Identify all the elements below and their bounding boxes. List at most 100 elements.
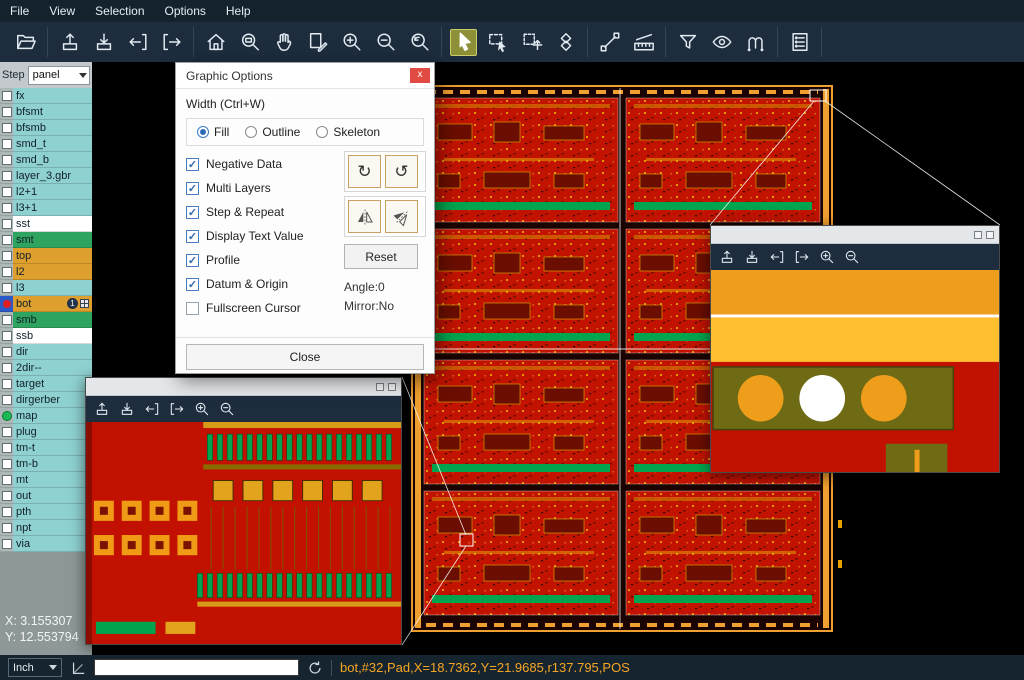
menu-item-help[interactable]: Help — [226, 4, 251, 18]
menu-item-options[interactable]: Options — [165, 4, 206, 18]
import-icon[interactable] — [56, 29, 83, 56]
magnifier-window-1[interactable] — [85, 377, 402, 645]
layer-row-tm-b[interactable]: tm-b — [0, 456, 92, 472]
active-layer-indicator[interactable] — [0, 296, 13, 312]
measure-icon[interactable] — [742, 29, 769, 56]
align-compare-icon[interactable] — [552, 29, 579, 56]
command-input[interactable] — [94, 659, 299, 676]
refresh-icon[interactable] — [307, 660, 323, 676]
layer-row-l3[interactable]: l3 — [0, 280, 92, 296]
layer-checkbox[interactable] — [0, 440, 13, 456]
export-icon[interactable] — [119, 401, 135, 417]
zoom-out-icon[interactable] — [219, 401, 235, 417]
layer-row-plug[interactable]: plug — [0, 424, 92, 440]
layer-row-bfsmb[interactable]: bfsmb — [0, 120, 92, 136]
forward-right-icon[interactable] — [158, 29, 185, 56]
layer-checkbox[interactable] — [0, 168, 13, 184]
layer-row-tm-t[interactable]: tm-t — [0, 440, 92, 456]
mirror-vertical-icon[interactable] — [385, 200, 418, 233]
step-select[interactable]: panel — [28, 66, 90, 85]
radio-skeleton[interactable]: Skeleton — [316, 125, 380, 139]
layer-checkbox[interactable] — [0, 376, 13, 392]
ruler-icon[interactable] — [630, 29, 657, 56]
checkbox-box[interactable]: ✓ — [186, 182, 199, 195]
layer-checkbox[interactable] — [0, 360, 13, 376]
zoom-in-icon[interactable] — [338, 29, 365, 56]
pan-hand-icon[interactable] — [270, 29, 297, 56]
import-icon[interactable] — [719, 249, 735, 265]
checkbox-profile[interactable]: ✓Profile — [186, 248, 336, 272]
radio-fill[interactable]: Fill — [197, 125, 229, 139]
mirror-horizontal-icon[interactable] — [348, 200, 381, 233]
note-edit-icon[interactable] — [304, 29, 331, 56]
layer-checkbox[interactable] — [0, 504, 13, 520]
close-button[interactable]: Close — [186, 344, 424, 370]
radio-circle[interactable] — [316, 126, 328, 138]
magnifier-2-titlebar[interactable] — [711, 226, 999, 244]
zoom-prev-icon[interactable] — [406, 29, 433, 56]
layer-row-fx[interactable]: fx — [0, 88, 92, 104]
filter-icon[interactable] — [674, 29, 701, 56]
forward-right-icon[interactable] — [794, 249, 810, 265]
window-close-icon[interactable] — [388, 383, 396, 391]
menu-item-view[interactable]: View — [49, 4, 75, 18]
layer-row-smb[interactable]: smb — [0, 312, 92, 328]
checkbox-box[interactable]: ✓ — [186, 254, 199, 267]
window-restore-icon[interactable] — [974, 231, 982, 239]
layer-checkbox[interactable] — [0, 328, 13, 344]
layer-row-smd_t[interactable]: smd_t — [0, 136, 92, 152]
layer-checkbox[interactable] — [0, 472, 13, 488]
export-icon[interactable] — [744, 249, 760, 265]
unit-select[interactable]: Inch — [8, 658, 62, 677]
home-icon[interactable] — [202, 29, 229, 56]
layer-row-smt[interactable]: smt — [0, 232, 92, 248]
layer-checkbox[interactable] — [0, 152, 13, 168]
layer-checkbox[interactable] — [0, 264, 13, 280]
layer-checkbox[interactable] — [0, 536, 13, 552]
layer-row-ssb[interactable]: ssb — [0, 328, 92, 344]
layer-row-target[interactable]: target — [0, 376, 92, 392]
layer-row-bfsmt[interactable]: bfsmt — [0, 104, 92, 120]
reset-button[interactable]: Reset — [344, 244, 418, 269]
layer-row-layer_3.gbr[interactable]: layer_3.gbr — [0, 168, 92, 184]
radio-circle[interactable] — [245, 126, 257, 138]
checkbox-box[interactable]: ✓ — [186, 206, 199, 219]
magnifier-1-view[interactable] — [86, 422, 401, 644]
import-icon[interactable] — [94, 401, 110, 417]
layer-row-pth[interactable]: pth — [0, 504, 92, 520]
forward-right-icon[interactable] — [169, 401, 185, 417]
checkbox-multi-layers[interactable]: ✓Multi Layers — [186, 176, 336, 200]
layer-checkbox[interactable] — [0, 200, 13, 216]
layer-checkbox[interactable] — [0, 392, 13, 408]
checkbox-display-text-value[interactable]: ✓Display Text Value — [186, 224, 336, 248]
layer-row-mt[interactable]: mt — [0, 472, 92, 488]
layer-row-top[interactable]: top — [0, 248, 92, 264]
layer-row-l2[interactable]: l2 — [0, 264, 92, 280]
window-close-icon[interactable] — [986, 231, 994, 239]
back-left-icon[interactable] — [769, 249, 785, 265]
line-tool-icon[interactable] — [596, 29, 623, 56]
layer-checkbox[interactable] — [0, 280, 13, 296]
layer-row-smd_b[interactable]: smd_b — [0, 152, 92, 168]
magnifier-2-view[interactable] — [711, 270, 999, 472]
layer-checkbox[interactable] — [0, 216, 13, 232]
checkbox-box[interactable]: ✓ — [186, 278, 199, 291]
layer-checkbox[interactable] — [0, 520, 13, 536]
window-restore-icon[interactable] — [376, 383, 384, 391]
layer-row-bot[interactable]: bot1 — [0, 296, 92, 312]
layer-checkbox[interactable] — [0, 120, 13, 136]
transform-select-icon[interactable] — [518, 29, 545, 56]
zoom-area-icon[interactable] — [236, 29, 263, 56]
export-icon[interactable] — [90, 29, 117, 56]
layer-visibility-dot[interactable] — [0, 408, 13, 424]
dialog-close-button[interactable]: x — [410, 68, 430, 83]
checkbox-box[interactable]: ✓ — [186, 158, 199, 171]
layer-checkbox[interactable] — [0, 344, 13, 360]
magnifier-window-2[interactable] — [710, 225, 1000, 473]
pointer-icon[interactable] — [450, 29, 477, 56]
zoom-in-icon[interactable] — [194, 401, 210, 417]
layer-row-sst[interactable]: sst — [0, 216, 92, 232]
zoom-out-icon[interactable] — [844, 249, 860, 265]
rotate-ccw-icon[interactable]: ↺ — [385, 155, 418, 188]
back-left-icon[interactable] — [144, 401, 160, 417]
